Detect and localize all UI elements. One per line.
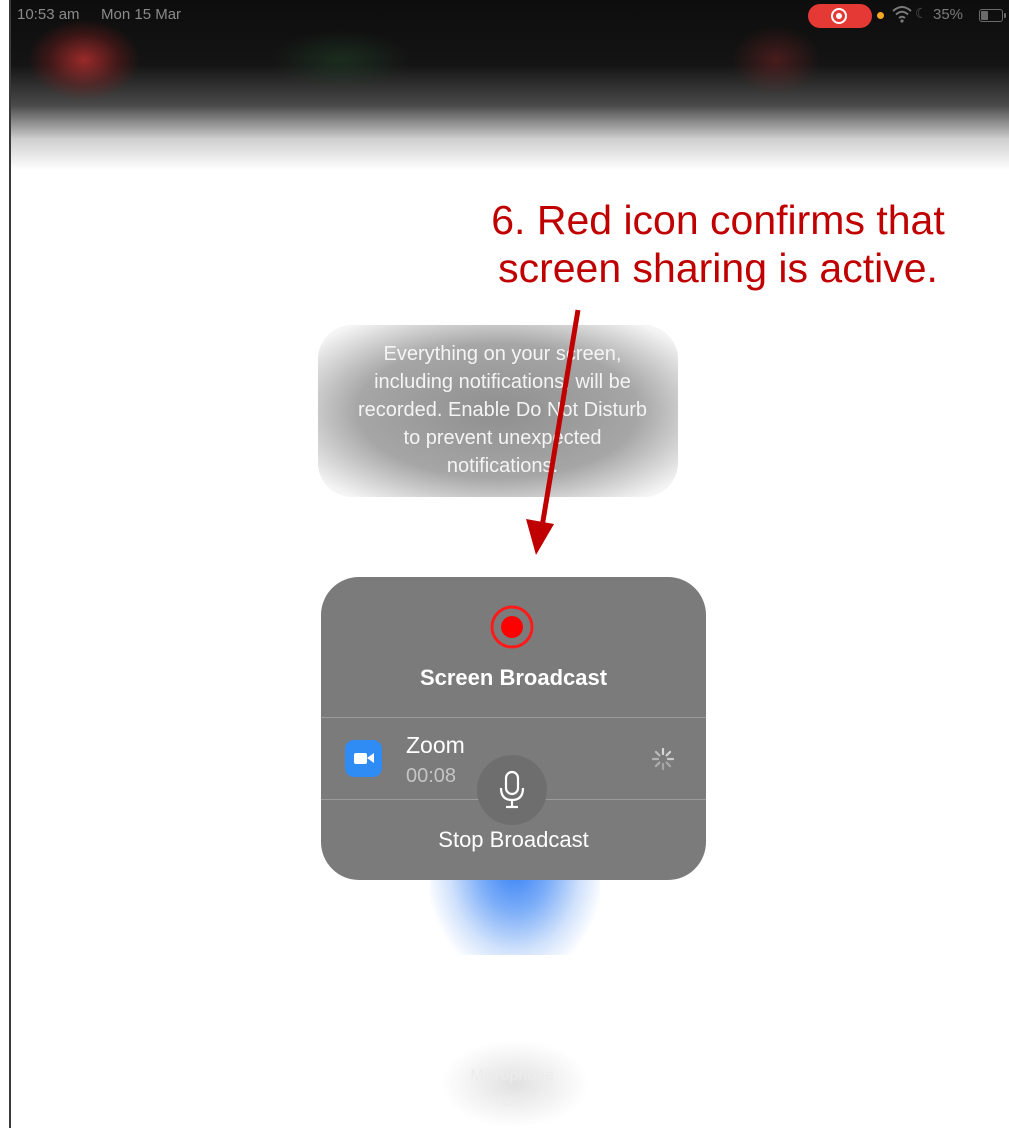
microphone-icon (499, 770, 525, 809)
zoom-app-icon (345, 740, 382, 777)
record-indicator-icon[interactable] (808, 4, 872, 28)
microphone-button[interactable] (477, 755, 547, 825)
arrow-icon (526, 309, 581, 555)
annotation-callout: 6. Red icon confirms that screen sharing… (438, 196, 998, 292)
screen-broadcast-panel: Screen Broadcast Zoom 00:08 Stop Broadca… (321, 577, 706, 880)
info-message: Everything on your screen, including not… (357, 343, 648, 477)
app-name: Zoom (406, 732, 465, 758)
record-icon (490, 605, 534, 649)
annotation-line-1: 6. Red icon confirms that (491, 197, 945, 243)
loading-spinner-icon (651, 747, 675, 771)
battery-percent: 35% (933, 6, 964, 23)
status-bar: 10:53 am Mon 15 Mar ☾ 35% (11, 0, 1009, 30)
do-not-disturb-icon: ☾ (915, 5, 928, 21)
status-date: Mon 15 Mar (101, 6, 182, 23)
annotation-line-2: screen sharing is active. (498, 245, 938, 291)
microphone-label: Microphone Off (470, 1067, 554, 1110)
wifi-icon (892, 6, 912, 23)
status-time: 10:53 am (17, 6, 80, 23)
battery-icon (979, 9, 1006, 22)
panel-title: Screen Broadcast (419, 665, 608, 690)
broadcast-timer: 00:08 (406, 765, 457, 787)
mic-in-use-dot (877, 12, 884, 19)
